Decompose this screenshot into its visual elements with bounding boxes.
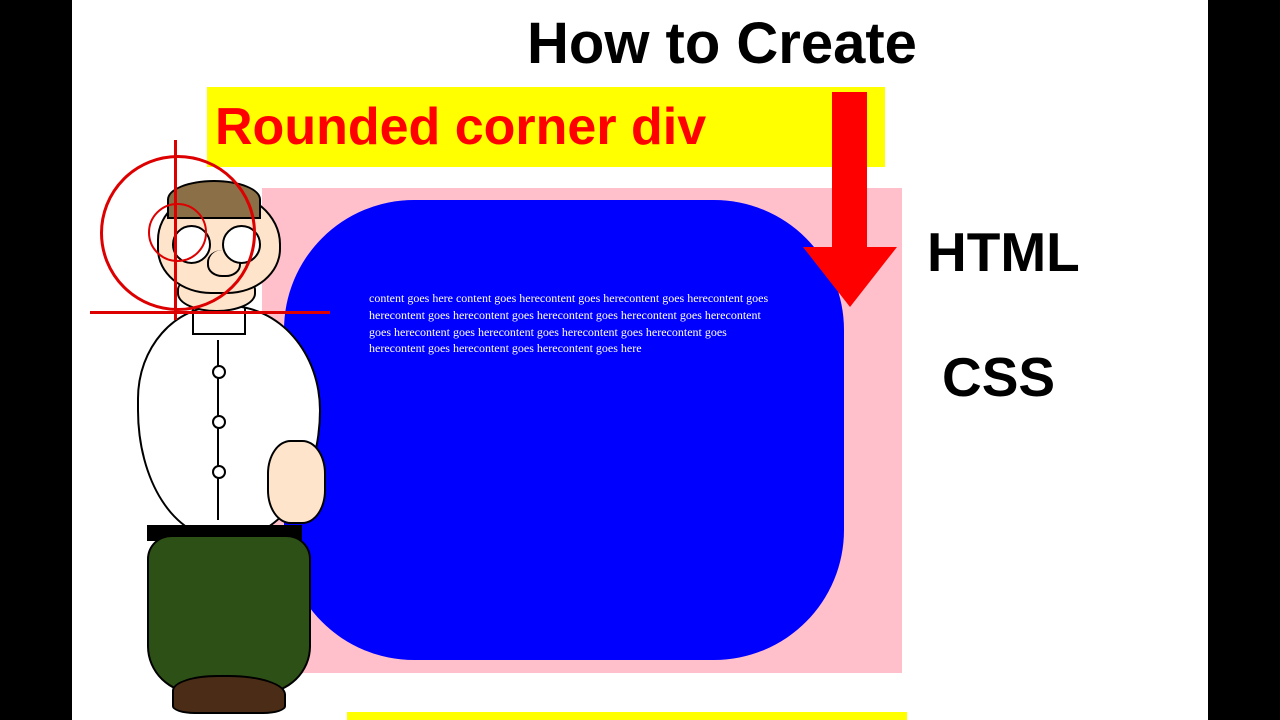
css-label: CSS <box>942 345 1055 409</box>
down-arrow-icon <box>817 92 882 307</box>
cartoon-character <box>117 170 317 720</box>
rounded-corner-demo-box: content goes here content goes hereconte… <box>284 200 844 660</box>
bottom-highlight-strip <box>347 712 907 720</box>
highlight-banner: Rounded corner div <box>207 87 885 167</box>
demo-content-text: content goes here content goes hereconte… <box>369 291 768 355</box>
highlight-text: Rounded corner div <box>215 97 706 157</box>
main-title: How to Create <box>527 10 917 77</box>
html-label: HTML <box>927 220 1080 284</box>
slide-content: How to Create Rounded corner div HTML CS… <box>72 0 1208 720</box>
